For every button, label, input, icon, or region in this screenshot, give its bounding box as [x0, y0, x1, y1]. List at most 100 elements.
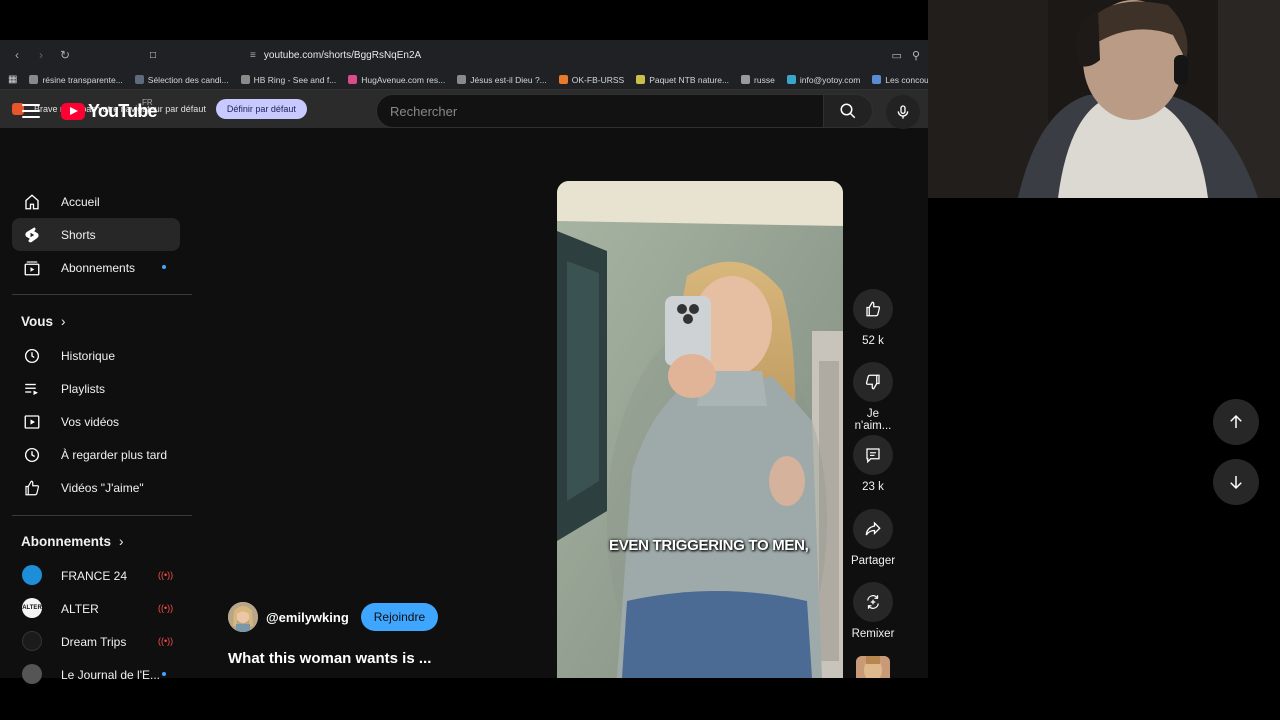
sidebar-section-vous[interactable]: Vous › — [21, 314, 66, 329]
bookmark-item[interactable]: russe — [741, 75, 775, 85]
video-caption: EVEN TRIGGERING TO MEN, — [609, 537, 809, 554]
channel-handle[interactable]: @emilywking — [266, 610, 349, 625]
shorts-video-player[interactable]: EVEN TRIGGERING TO MEN, — [557, 181, 843, 678]
remix-label: Remixer — [851, 628, 895, 640]
home-icon — [22, 192, 42, 212]
logo-region: FR — [142, 98, 153, 107]
sidebar-item-label: Abonnements — [61, 261, 136, 275]
sidebar-item-abonnements[interactable]: Abonnements — [12, 251, 180, 284]
bookmark-favicon-icon — [741, 75, 751, 84]
bookmark-label: Les concours d'a — [885, 74, 928, 85]
bookmark-favicon-icon — [134, 75, 144, 84]
next-short-button[interactable] — [1213, 459, 1259, 505]
bookmark-favicon-icon — [786, 75, 796, 84]
menu-icon[interactable] — [22, 104, 40, 118]
live-icon: ((•)) — [158, 603, 174, 613]
subscription-journal[interactable]: Le Journal de l'E... — [12, 658, 180, 691]
bookmark-icon[interactable]: □ — [150, 50, 156, 61]
sidebar-item-label: Shorts — [61, 228, 96, 242]
share-button[interactable]: Partager — [848, 509, 898, 567]
subscription-france-24[interactable]: FRANCE 24 ((•)) — [12, 559, 180, 592]
join-button[interactable]: Rejoindre — [360, 603, 439, 631]
channel-name: ALTER — [61, 602, 99, 616]
bookmark-item[interactable]: Paquet NTB nature... — [636, 75, 729, 85]
arrow-up-icon — [1230, 414, 1242, 428]
shorts-channel-row: @emilywking Rejoindre — [228, 602, 439, 632]
bookmark-item[interactable]: Sélection des candi... — [134, 74, 229, 85]
site-info-icon[interactable]: ≡ — [250, 50, 256, 61]
address-bar[interactable]: □ ≡ youtube.com/shorts/BggRsNqEn2A — [150, 50, 421, 61]
search-input[interactable] — [390, 103, 823, 119]
channel-avatar[interactable] — [228, 602, 258, 632]
channel-avatar — [22, 565, 42, 585]
bookmark-item[interactable]: info@yotoy.com — [786, 74, 861, 85]
shorts-icon — [22, 225, 42, 245]
bookmark-item[interactable]: Jésus est-il Dieu ?... — [457, 75, 547, 85]
sidebar-item-watch-later[interactable]: À regarder plus tard — [12, 438, 180, 471]
sidebar-item-liked-videos[interactable]: Vidéos "J'aime" — [12, 471, 180, 504]
section-title: Vous — [21, 314, 54, 329]
bookmark-label: Jésus est-il Dieu ?... — [470, 74, 547, 85]
thumbs-down-icon — [853, 362, 893, 402]
bookmark-favicon-icon — [348, 75, 358, 84]
voice-search-button[interactable] — [886, 95, 920, 129]
like-count: 52 k — [862, 335, 884, 347]
bookmark-label: Sélection des candi... — [147, 74, 229, 85]
sidebar-item-label: Accueil — [61, 195, 100, 209]
webcam-image — [928, 0, 1280, 198]
video-title[interactable]: What this woman wants is ... — [228, 650, 431, 667]
subscription-dream-trips[interactable]: Dream Trips ((•)) — [12, 625, 180, 658]
sidebar-item-historique[interactable]: Historique — [12, 339, 180, 372]
youtube-header: YouTube FR — [0, 88, 928, 136]
sidebar-divider — [12, 294, 192, 295]
channel-name: Le Journal de l'E... — [61, 668, 161, 682]
sidebar-item-vos-videos[interactable]: Vos vidéos — [12, 405, 180, 438]
cast-icon[interactable]: ▭ — [892, 49, 902, 62]
bookmark-item[interactable]: Les concours d'a — [872, 75, 928, 85]
bookmark-label: HB Ring - See and f... — [253, 74, 337, 85]
channel-avatar — [22, 631, 42, 651]
sidebar-item-playlists[interactable]: Playlists — [12, 372, 180, 405]
sound-thumbnail[interactable] — [856, 656, 890, 678]
channel-name: Dream Trips — [61, 635, 127, 649]
bookmark-label: HugAvenue.com res... — [361, 74, 446, 85]
bookmark-label: résine transparente... — [42, 74, 123, 85]
bookmark-item[interactable]: HB Ring - See and f... — [240, 74, 337, 85]
like-button[interactable]: 52 k — [848, 289, 898, 347]
forward-icon[interactable]: › — [32, 46, 50, 64]
apps-icon[interactable]: ▦ — [8, 74, 17, 85]
sidebar-item-accueil[interactable]: Accueil — [12, 185, 180, 218]
previous-short-button[interactable] — [1213, 399, 1259, 445]
playlists-icon — [22, 379, 42, 399]
zoom-icon[interactable]: ⚲ — [912, 49, 920, 62]
live-icon: ((•)) — [158, 636, 174, 646]
comments-button[interactable]: 23 k — [848, 435, 898, 493]
sidebar-item-shorts[interactable]: Shorts — [12, 218, 180, 251]
reload-icon[interactable]: ↻ — [56, 46, 74, 64]
bookmark-label: info@yotoy.com — [799, 74, 861, 85]
search-box — [376, 94, 824, 128]
sidebar-item-label: Vos vidéos — [61, 415, 120, 429]
bookmark-item[interactable]: HugAvenue.com res... — [348, 75, 445, 85]
sidebar-section-abonnements[interactable]: Abonnements › — [21, 534, 124, 549]
liked-videos-icon — [22, 478, 42, 498]
new-content-dot — [162, 672, 166, 676]
channel-name: FRANCE 24 — [61, 569, 128, 583]
live-icon: ((•)) — [158, 570, 174, 580]
share-icon — [853, 509, 893, 549]
chevron-right-icon: › — [119, 534, 124, 549]
dislike-button[interactable]: Je n'aim... — [848, 362, 898, 432]
bookmark-label: russe — [754, 74, 775, 85]
back-icon[interactable]: ‹ — [8, 46, 26, 64]
remix-button[interactable]: Remixer — [848, 582, 898, 640]
dislike-label: Je n'aim... — [854, 408, 892, 432]
search-button[interactable] — [823, 94, 873, 128]
bookmark-item[interactable]: résine transparente... — [29, 74, 123, 85]
subscription-alter[interactable]: ALTER ALTER ((•)) — [12, 592, 180, 625]
new-content-dot — [162, 265, 166, 269]
watch-later-icon — [22, 445, 42, 465]
url-text[interactable]: youtube.com/shorts/BggRsNqEn2A — [264, 50, 421, 61]
bookmark-item[interactable]: OK-FB-URSS — [558, 75, 624, 85]
youtube-logo[interactable]: YouTube FR — [61, 98, 158, 122]
sidebar-item-label: À regarder plus tard — [61, 448, 168, 462]
